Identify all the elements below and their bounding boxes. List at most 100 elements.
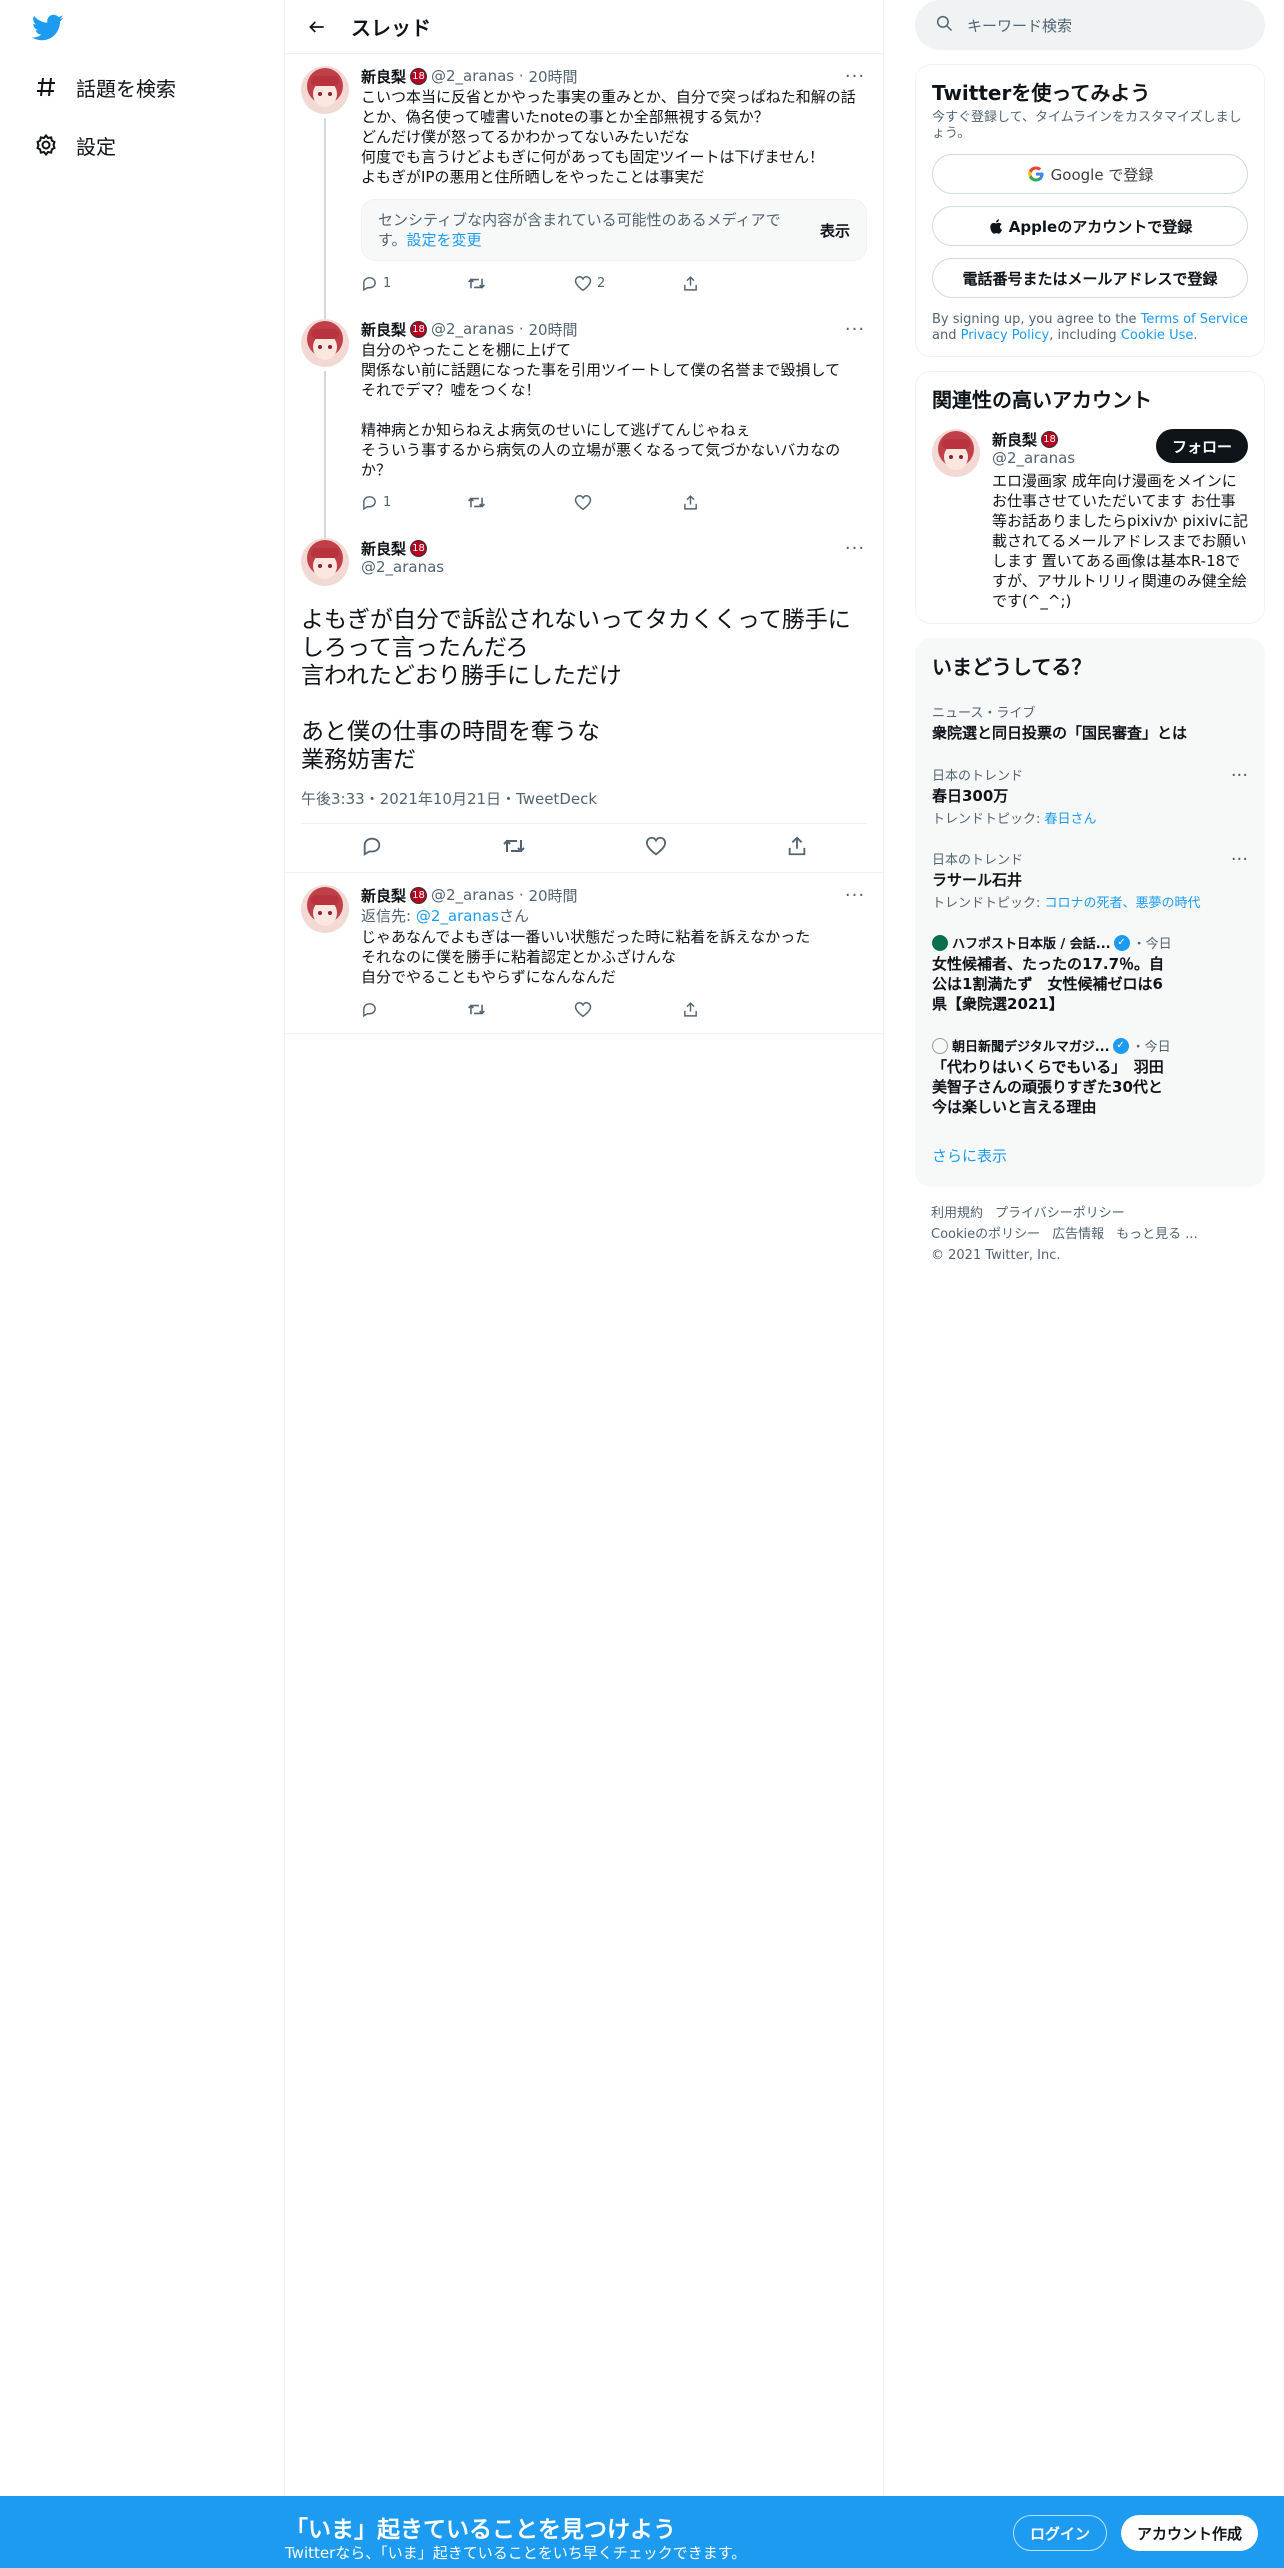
privacy-link[interactable]: Privacy Policy	[961, 328, 1050, 343]
phone-signup-button[interactable]: 電話番号またはメールアドレスで登録	[932, 258, 1248, 298]
news-item[interactable]: 朝日新聞デジタルマガジ... ✓ ・今日 「代わりはいくらでもいる」 羽田美智子…	[932, 1036, 1248, 1117]
avatar[interactable]	[932, 429, 980, 477]
author-handle[interactable]: @2_aranas	[431, 320, 514, 338]
nav-settings[interactable]: 設定	[32, 125, 116, 165]
nav-explore-label: 話題を検索	[76, 76, 176, 101]
more-options-icon[interactable]: ···	[843, 885, 867, 906]
footer-privacy[interactable]: プライバシーポリシー	[995, 1206, 1125, 1221]
footer-more[interactable]: もっと見る ...	[1116, 1227, 1198, 1242]
heart-icon	[569, 995, 597, 1023]
tweet-time[interactable]: 20時間	[528, 66, 577, 87]
create-account-button[interactable]: アカウント作成	[1121, 2515, 1259, 2551]
author-name[interactable]: 新良梨	[361, 885, 406, 906]
twitter-logo-icon[interactable]	[31, 14, 64, 44]
author-name[interactable]: 新良梨	[361, 319, 406, 340]
tweet-time[interactable]: 20時間	[528, 885, 577, 906]
news-source-icon	[932, 1037, 948, 1054]
adult-badge-icon: 18	[410, 67, 428, 85]
author-handle[interactable]: @2_aranas	[431, 67, 514, 85]
tweet-time[interactable]: 20時間	[528, 319, 577, 340]
adult-badge-icon: 18	[1041, 430, 1059, 448]
news-headline: 「代わりはいくらでもいる」 羽田美智子さんの頑張りすぎた30代と今は楽しいと言え…	[932, 1058, 1164, 1116]
retweet-button[interactable]	[462, 269, 569, 297]
trend-context: 日本のトレンド	[932, 853, 1024, 868]
tweet-timestamp[interactable]: 午後3:33・2021年10月21日・TweetDeck	[301, 788, 867, 824]
show-media-button[interactable]: 表示	[804, 212, 850, 249]
reply-button[interactable]	[355, 995, 462, 1023]
footer-cookie[interactable]: Cookieのポリシー	[931, 1227, 1040, 1242]
nav-explore[interactable]: 話題を検索	[32, 67, 176, 107]
trend-topic: トレンドトピック: コロナの死者、悪夢の時代	[932, 892, 1248, 911]
share-icon[interactable]	[786, 835, 808, 861]
avatar[interactable]	[301, 538, 349, 586]
trend-item[interactable]: ニュース・ライブ 衆院選と同日投票の「国民審査」とは	[932, 702, 1248, 743]
google-signup-button[interactable]: Google で登録	[932, 154, 1248, 194]
avatar[interactable]	[301, 885, 349, 933]
retweet-button[interactable]	[462, 995, 569, 1023]
like-button[interactable]	[569, 488, 676, 516]
avatar[interactable]	[301, 66, 349, 114]
trend-topic-link[interactable]: 春日さん	[1045, 812, 1097, 827]
share-button[interactable]	[676, 269, 783, 297]
tweet[interactable]: 新良梨 18 @2_aranas · 20時間 ··· 返信先: @2_aran…	[285, 873, 883, 1034]
related-account[interactable]: 新良梨 18 @2_aranas フォロー エロ漫画家 成年向け漫画をメインにお仕…	[932, 429, 1248, 611]
search-input[interactable]: キーワード検索	[967, 15, 1072, 36]
more-options-icon[interactable]: ···	[1231, 849, 1248, 870]
focal-tweet: 新良梨 18 ··· @2_aranas よもぎが自分で訴訟されないってタカくく…	[285, 526, 883, 873]
retweet-icon	[462, 269, 490, 297]
account-bio: エロ漫画家 成年向け漫画をメインにお仕事させていただいてます お仕事等お話ありま…	[992, 472, 1248, 610]
login-button[interactable]: ログイン	[1013, 2515, 1108, 2551]
news-item[interactable]: ハフポスト日本版 / 会話... ✓ ・今日 女性候補者、たったの17.7％。自…	[932, 933, 1248, 1014]
follow-button[interactable]: フォロー	[1155, 429, 1248, 463]
trends-title: いまどうしてる？	[932, 655, 1092, 679]
share-icon	[676, 269, 704, 297]
search-box[interactable]: キーワード検索	[915, 0, 1265, 50]
legal-text-3: , including	[1049, 328, 1121, 343]
share-button[interactable]	[676, 995, 783, 1023]
more-options-icon[interactable]: ···	[843, 538, 867, 559]
reply-button[interactable]: 1	[355, 269, 462, 297]
cookie-link[interactable]: Cookie Use	[1121, 328, 1194, 343]
apple-signup-label: Appleのアカウントで登録	[1008, 217, 1193, 236]
phone-signup-label: 電話番号またはメールアドレスで登録	[962, 269, 1218, 288]
show-more-link[interactable]: さらに表示	[932, 1145, 1248, 1174]
tweet[interactable]: 新良梨 18 @2_aranas · 20時間 ··· 自分のやったことを棚に上…	[285, 307, 883, 540]
heart-icon	[569, 488, 597, 516]
retweet-button[interactable]	[462, 488, 569, 516]
share-button[interactable]	[676, 488, 783, 516]
adult-badge-icon: 18	[410, 886, 428, 904]
news-source: 朝日新聞デジタルマガジ...	[952, 1040, 1110, 1055]
reply-count: 1	[383, 275, 392, 291]
author-name[interactable]: 新良梨	[361, 538, 406, 559]
account-handle[interactable]: @2_aranas	[992, 449, 1156, 467]
author-name[interactable]: 新良梨	[361, 66, 406, 87]
avatar[interactable]	[301, 319, 349, 367]
more-options-icon[interactable]: ···	[843, 66, 867, 87]
heart-icon[interactable]	[645, 835, 667, 861]
terms-link[interactable]: Terms of Service	[1141, 312, 1248, 327]
reply-to-link[interactable]: @2_aranas	[416, 907, 499, 925]
main-column: スレッド 新良梨 18 @2_aranas · 20時間 ··· こいつ本当に反…	[285, 0, 884, 2568]
like-button[interactable]: 2	[569, 269, 676, 297]
page-title: スレッド	[351, 16, 431, 40]
more-options-icon[interactable]: ···	[843, 319, 867, 340]
footer-ads[interactable]: 広告情報	[1052, 1227, 1104, 1242]
trend-topic-link[interactable]: コロナの死者、悪夢の時代	[1045, 896, 1201, 911]
like-button[interactable]	[569, 995, 676, 1023]
retweet-icon	[462, 488, 490, 516]
reply-button[interactable]: 1	[355, 488, 462, 516]
author-handle[interactable]: @2_aranas	[361, 558, 867, 576]
author-handle[interactable]: @2_aranas	[431, 886, 514, 904]
change-settings-link[interactable]: 設定を変更	[407, 231, 482, 249]
trend-item[interactable]: 日本のトレンド 春日300万 トレンドトピック: 春日さん ···	[932, 765, 1248, 827]
more-options-icon[interactable]: ···	[1231, 765, 1248, 786]
account-name[interactable]: 新良梨	[992, 429, 1037, 450]
news-source-icon	[932, 934, 948, 951]
retweet-icon[interactable]	[502, 835, 526, 861]
footer-terms[interactable]: 利用規約	[931, 1206, 983, 1221]
trend-item[interactable]: 日本のトレンド ラサール石井 トレンドトピック: コロナの死者、悪夢の時代 ··…	[932, 849, 1248, 911]
reply-icon[interactable]	[361, 835, 383, 861]
tweet[interactable]: 新良梨 18 @2_aranas · 20時間 ··· こいつ本当に反省とかやっ…	[285, 54, 883, 321]
apple-signup-button[interactable]: Appleのアカウントで登録	[932, 206, 1248, 246]
back-arrow-icon[interactable]	[297, 7, 337, 47]
